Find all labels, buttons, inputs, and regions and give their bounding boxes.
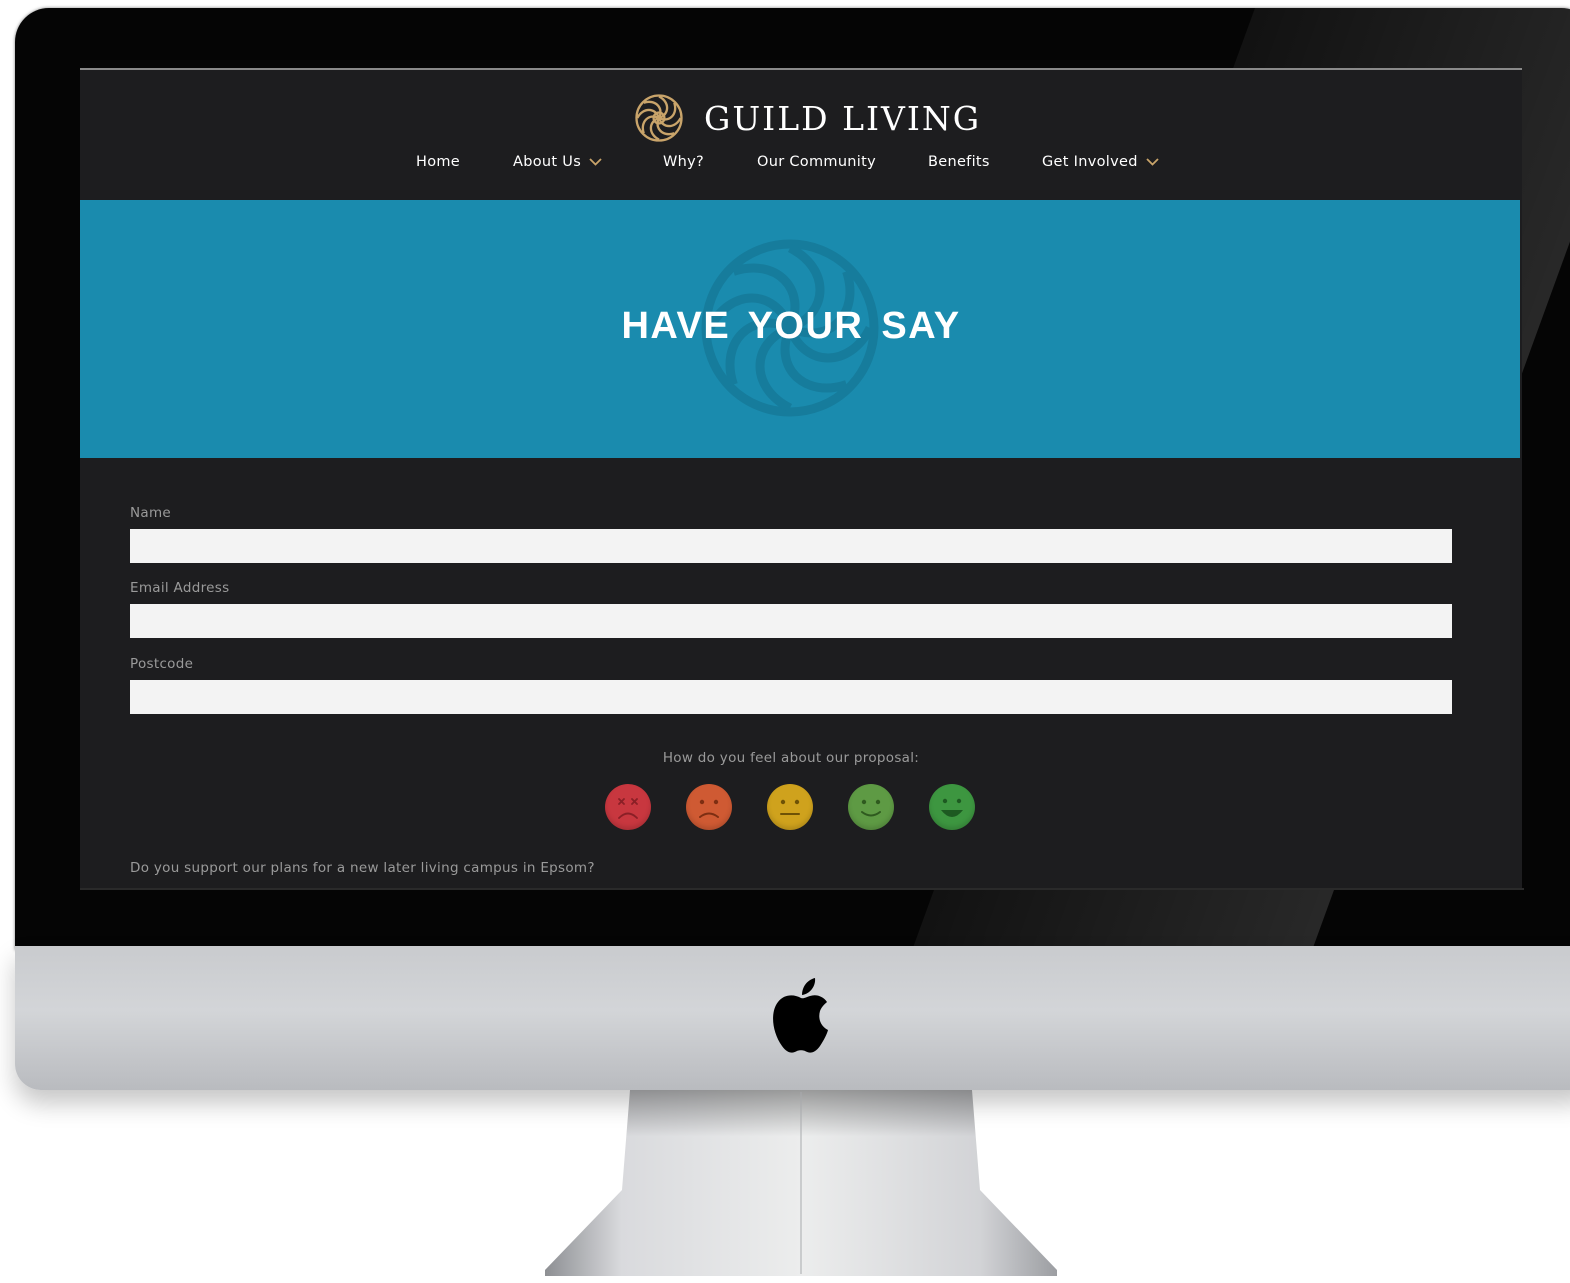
brand-name: GUILD LIVING	[704, 98, 982, 138]
feedback-form: Name Email Address Postcode How do you f…	[80, 458, 1522, 890]
nav-item-label: Our Community	[757, 154, 876, 170]
website-screen: GUILD LIVING Home About Us Why? Our Comm…	[80, 68, 1522, 890]
support-question: Do you support our plans for a new later…	[130, 860, 595, 876]
nav-item-label: Why?	[663, 154, 705, 170]
chevron-down-icon	[589, 158, 602, 166]
page-title: HAVE YOUR SAY	[621, 305, 961, 347]
unhappy-face-icon[interactable]	[686, 784, 732, 830]
monitor-stand	[545, 1090, 1057, 1276]
nav-item-get-involved[interactable]: Get Involved	[1042, 154, 1159, 170]
sentiment-rating	[605, 784, 985, 830]
nav-item-our-community[interactable]: Our Community	[757, 154, 876, 170]
nav-item-about-us[interactable]: About Us	[513, 154, 602, 170]
brand-logo[interactable]: GUILD LIVING	[632, 92, 981, 144]
nav-item-label: Benefits	[928, 154, 990, 170]
apple-logo-icon	[773, 978, 828, 1053]
email-field[interactable]	[130, 604, 1452, 638]
nav-item-why[interactable]: Why?	[663, 154, 704, 170]
name-label: Name	[130, 505, 172, 521]
chevron-down-icon	[1146, 158, 1159, 166]
screen-bottom-edge	[80, 888, 1524, 890]
postcode-field[interactable]	[130, 680, 1452, 714]
nav-item-home[interactable]: Home	[416, 154, 460, 170]
name-field[interactable]	[130, 529, 1452, 563]
main-nav: Home About Us Why? Our Community Benefit…	[80, 154, 1522, 178]
very-unhappy-face-icon[interactable]	[605, 784, 651, 830]
floral-rosette-icon	[635, 94, 683, 142]
happy-face-icon[interactable]	[848, 784, 894, 830]
nav-item-label: Get Involved	[1042, 154, 1138, 170]
postcode-label: Postcode	[130, 656, 194, 672]
email-label: Email Address	[130, 580, 230, 596]
nav-item-label: About Us	[513, 154, 582, 170]
neutral-face-icon[interactable]	[767, 784, 813, 830]
nav-item-benefits[interactable]: Benefits	[928, 154, 990, 170]
site-header: GUILD LIVING Home About Us Why? Our Comm…	[80, 70, 1522, 198]
nav-item-label: Home	[416, 154, 461, 170]
very-happy-face-icon[interactable]	[929, 784, 975, 830]
feeling-prompt: How do you feel about our proposal:	[662, 750, 920, 766]
hero-banner: HAVE YOUR SAY	[80, 200, 1520, 458]
